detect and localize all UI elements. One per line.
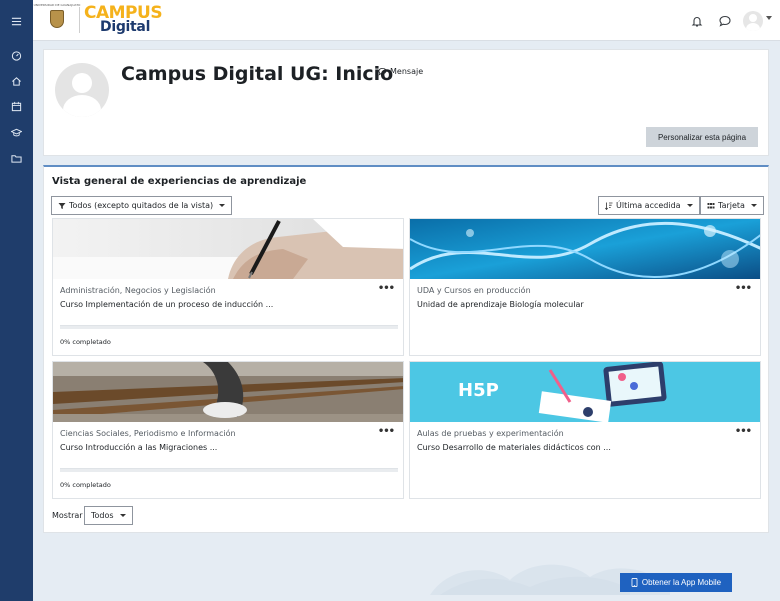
dashboard-gauge-icon[interactable] [0, 44, 33, 66]
course-category: UDA y Cursos en producción [417, 286, 531, 295]
course-card[interactable]: Ciencias Sociales, Periodismo e Informac… [52, 361, 404, 499]
customize-page-button[interactable]: Personalizar esta página [646, 127, 758, 147]
course-progress-bar [60, 468, 398, 472]
course-name-link[interactable]: Curso Desarrollo de materiales didáctico… [417, 443, 611, 452]
view-dropdown[interactable]: Tarjeta [700, 196, 764, 215]
course-image-dna[interactable] [410, 219, 760, 279]
university-shield-icon [50, 10, 64, 28]
bell-icon[interactable] [690, 13, 704, 27]
course-image-h5p[interactable]: H5P [410, 362, 760, 422]
filter-icon [58, 202, 66, 209]
course-image-writing[interactable] [53, 219, 403, 279]
course-card[interactable]: H5P Aulas de pruebas y experimentación C… [409, 361, 761, 499]
message-link-label: Mensaje [390, 67, 424, 76]
course-progress-text: 0% completado [60, 338, 111, 346]
mobile-phone-icon [631, 578, 638, 587]
course-category: Ciencias Sociales, Periodismo e Informac… [60, 429, 236, 438]
sort-icon [605, 202, 613, 210]
nav-rail [0, 0, 33, 601]
course-name-link[interactable]: Unidad de aprendizaje Biología molecular [417, 300, 584, 309]
filter-dropdown[interactable]: Todos (excepto quitados de la vista) [51, 196, 233, 215]
chevron-down-icon [686, 204, 693, 207]
more-options-icon[interactable]: ••• [378, 426, 395, 437]
show-count-dropdown-label: Todos [91, 511, 114, 520]
graduation-cap-icon[interactable] [0, 121, 33, 143]
chat-bubble-icon [378, 67, 387, 76]
course-progress-text: 0% completado [60, 481, 111, 489]
sort-dropdown-label: Última accedida [616, 201, 681, 210]
view-dropdown-label: Tarjeta [718, 201, 745, 210]
course-overview-block: Vista general de experiencias de aprendi… [43, 165, 769, 533]
site-logo[interactable]: UNIVERSIDAD DE GUANAJUATO CAMPUS Digital [34, 4, 180, 36]
course-image-railroad[interactable] [53, 362, 403, 422]
course-card[interactable]: UDA y Cursos en producción Unidad de apr… [409, 218, 761, 356]
h5p-image-text: H5P [458, 380, 499, 401]
show-label: Mostrar [52, 511, 83, 520]
page-title: Campus Digital UG: Inicio [121, 63, 394, 85]
course-category: Aulas de pruebas y experimentación [417, 429, 564, 438]
sort-dropdown[interactable]: Última accedida [598, 196, 700, 215]
course-overview-title: Vista general de experiencias de aprendi… [52, 176, 307, 187]
logo-divider [79, 7, 80, 33]
chevron-down-icon [219, 204, 226, 207]
more-options-icon[interactable]: ••• [735, 426, 752, 437]
course-name-link[interactable]: Curso Implementación de un proceso de in… [60, 300, 273, 309]
chevron-down-icon [119, 514, 126, 517]
chevron-down-icon [750, 204, 757, 207]
course-card[interactable]: Administración, Negocios y Legislación C… [52, 218, 404, 356]
course-name-link[interactable]: Curso Introducción a las Migraciones ... [60, 443, 217, 452]
message-link[interactable]: Mensaje [378, 67, 423, 76]
more-options-icon[interactable]: ••• [378, 283, 395, 294]
home-icon[interactable] [0, 70, 33, 92]
page-header: Campus Digital UG: Inicio Mensaje Person… [43, 49, 769, 156]
get-mobile-app-label: Obtener la App Mobile [641, 578, 722, 587]
grid-icon [707, 202, 715, 208]
university-name: UNIVERSIDAD DE GUANAJUATO [33, 3, 81, 7]
user-avatar-icon[interactable] [743, 11, 763, 31]
course-progress-bar [60, 325, 398, 329]
folder-icon[interactable] [0, 147, 33, 169]
university-seal: UNIVERSIDAD DE GUANAJUATO [34, 4, 80, 36]
course-avatar [55, 63, 109, 117]
filter-dropdown-label: Todos (excepto quitados de la vista) [69, 201, 214, 210]
more-options-icon[interactable]: ••• [735, 283, 752, 294]
show-count-dropdown[interactable]: Todos [84, 506, 133, 525]
course-category: Administración, Negocios y Legislación [60, 286, 216, 295]
hamburger-menu-icon[interactable] [0, 10, 33, 32]
logo-word-digital: Digital [100, 19, 151, 35]
chat-bubble-icon[interactable] [718, 13, 732, 27]
user-menu-caret-icon[interactable] [766, 16, 772, 20]
get-mobile-app-button[interactable]: Obtener la App Mobile [620, 573, 732, 592]
campus-digital-wordmark: CAMPUS Digital [84, 4, 180, 36]
top-navbar: UNIVERSIDAD DE GUANAJUATO CAMPUS Digital [33, 0, 780, 41]
calendar-icon[interactable] [0, 95, 33, 117]
